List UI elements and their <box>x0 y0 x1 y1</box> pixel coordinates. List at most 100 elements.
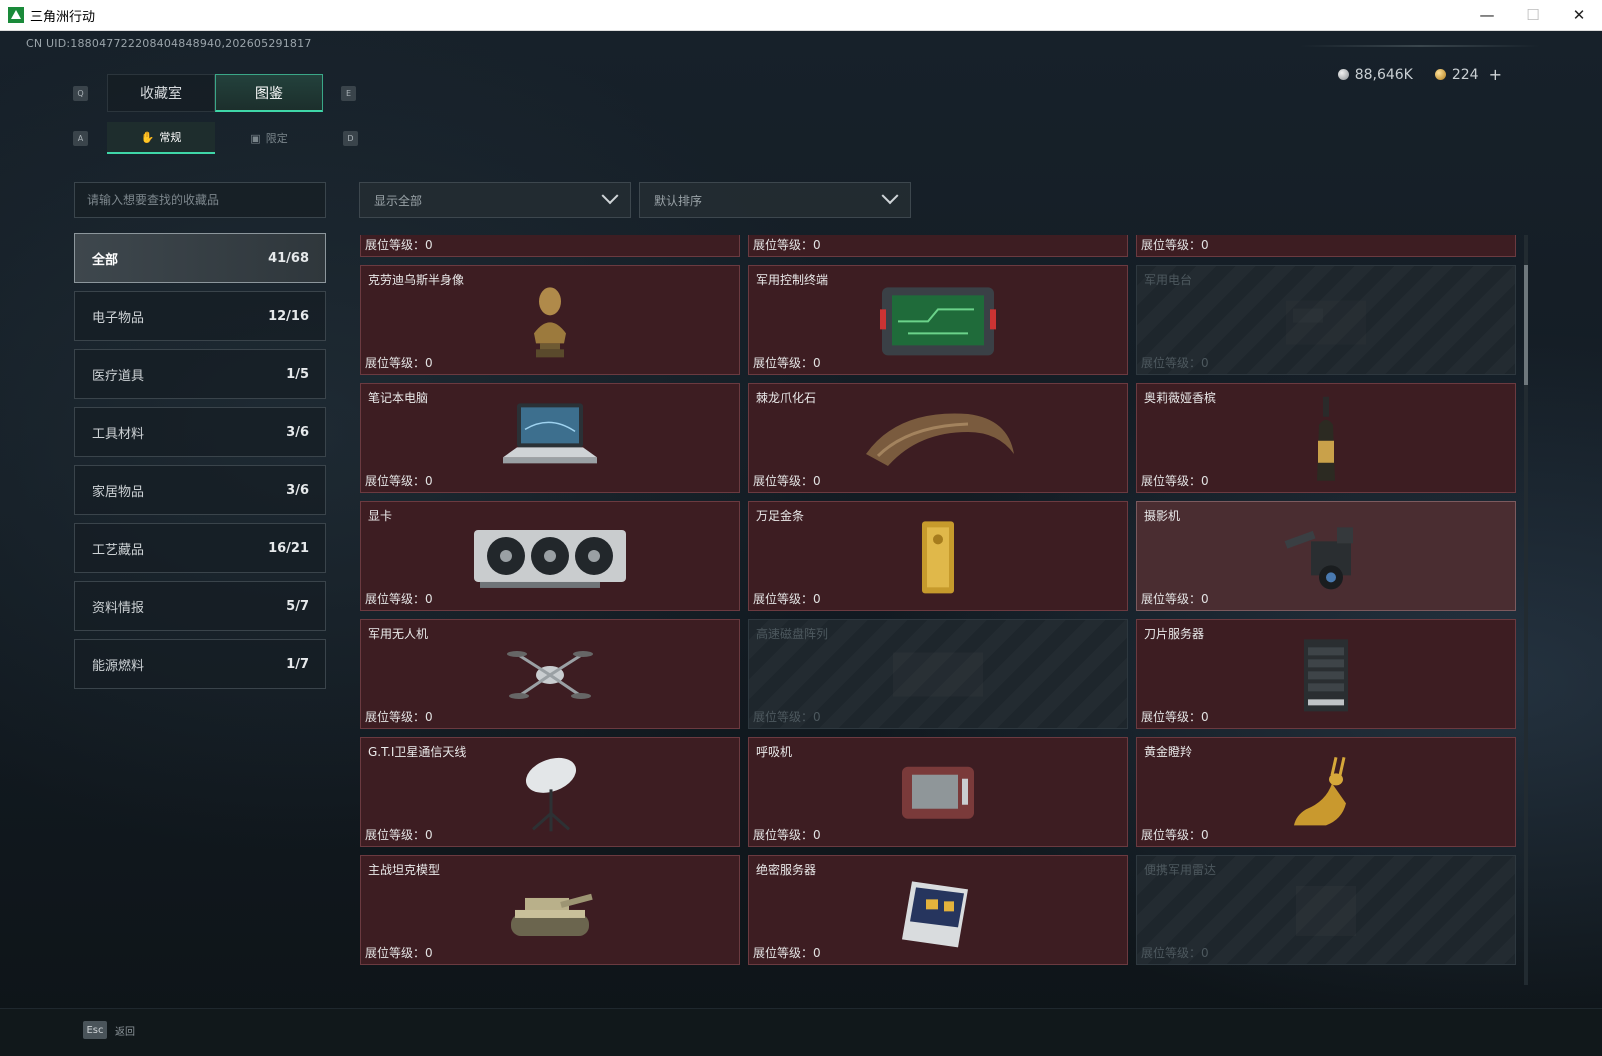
collection-card[interactable]: 展位等级：0 <box>360 235 740 257</box>
tab-limited[interactable]: ▣ 限定 <box>215 122 323 154</box>
category-all[interactable]: 全部 41/68 <box>74 233 326 283</box>
card-item-name: 摄影机 <box>1144 509 1181 523</box>
card-level: 展位等级：0 <box>1141 708 1209 725</box>
window-title: 三角洲行动 <box>30 9 96 25</box>
card-item-name: 棘龙爪化石 <box>756 391 817 405</box>
card-level: 展位等级：0 <box>1141 354 1209 371</box>
card-level-value: 0 <box>1201 710 1209 724</box>
key-hint-d: D <box>343 131 358 146</box>
collection-card[interactable]: 笔记本电脑 展位等级：0 <box>360 383 740 493</box>
card-item-name: 克劳迪乌斯半身像 <box>368 273 465 287</box>
card-level-value: 0 <box>425 592 433 606</box>
tab-regular[interactable]: ✋ 常规 <box>107 122 215 154</box>
maximize-button[interactable]: ☐ <box>1510 0 1556 31</box>
category-label: 全部 <box>92 252 119 268</box>
collection-card[interactable]: 展位等级：0 <box>748 235 1128 257</box>
drone-icon <box>505 640 595 714</box>
card-item-name: 主战坦克模型 <box>368 863 441 877</box>
grid-scroll-thumb[interactable] <box>1524 265 1528 385</box>
collection-card[interactable]: 便携军用雷达 展位等级：0 <box>1136 855 1516 965</box>
card-item-name: 绝密服务器 <box>756 863 817 877</box>
collection-card[interactable]: G.T.I卫星通信天线 展位等级：0 <box>360 737 740 847</box>
card-level-label: 展位等级： <box>1141 474 1202 488</box>
collection-card[interactable]: 展位等级：0 <box>1136 235 1516 257</box>
category-intel[interactable]: 资料情报 5/7 <box>74 581 326 631</box>
card-level: 展位等级：0 <box>1141 472 1209 489</box>
key-hint-q: Q <box>73 86 88 101</box>
collection-card[interactable]: 黄金瞪羚 展位等级：0 <box>1136 737 1516 847</box>
card-level-value: 0 <box>425 356 433 370</box>
card-level-label: 展位等级： <box>365 710 426 724</box>
collection-card[interactable]: 高速磁盘阵列 展位等级：0 <box>748 619 1128 729</box>
collection-card[interactable]: 显卡 展位等级：0 <box>360 501 740 611</box>
category-electronics[interactable]: 电子物品 12/16 <box>74 291 326 341</box>
tab-regular-label: 常规 <box>159 131 182 144</box>
card-level-label: 展位等级： <box>365 946 426 960</box>
card-item-name: 军用控制终端 <box>756 273 829 287</box>
category-energy[interactable]: 能源燃料 1/7 <box>74 639 326 689</box>
category-medical[interactable]: 医疗道具 1/5 <box>74 349 326 399</box>
category-count: 1/7 <box>286 656 309 672</box>
collection-card[interactable]: 奥莉薇娅香槟 展位等级：0 <box>1136 383 1516 493</box>
category-label: 工艺藏品 <box>92 542 145 558</box>
collection-card[interactable]: 呼吸机 展位等级：0 <box>748 737 1128 847</box>
collection-card[interactable]: 棘龙爪化石 展位等级：0 <box>748 383 1128 493</box>
tab-collection-room[interactable]: 收藏室 <box>107 74 215 112</box>
tab-catalog[interactable]: 图鉴 <box>215 74 323 112</box>
collection-card[interactable]: 万足金条 展位等级：0 <box>748 501 1128 611</box>
sort-dropdown[interactable]: 默认排序 <box>639 182 911 218</box>
card-level-value: 0 <box>813 828 821 842</box>
card-level-value: 0 <box>813 356 821 370</box>
category-label: 资料情报 <box>92 600 145 616</box>
card-level-label: 展位等级： <box>1141 238 1202 252</box>
filter-dropdown[interactable]: 显示全部 <box>359 182 631 218</box>
collection-card[interactable]: 刀片服务器 展位等级：0 <box>1136 619 1516 729</box>
category-tools[interactable]: 工具材料 3/6 <box>74 407 326 457</box>
header-decoration <box>1300 45 1540 47</box>
search-input[interactable] <box>74 182 326 218</box>
chevron-down-icon <box>881 187 899 205</box>
card-level: 展位等级：0 <box>753 236 821 253</box>
category-crafts[interactable]: 工艺藏品 16/21 <box>74 523 326 573</box>
collection-card[interactable]: 克劳迪乌斯半身像 展位等级：0 <box>360 265 740 375</box>
collection-card[interactable]: 军用控制终端 展位等级：0 <box>748 265 1128 375</box>
card-level-label: 展位等级： <box>365 592 426 606</box>
collection-card[interactable]: 绝密服务器 展位等级：0 <box>748 855 1128 965</box>
card-level-value: 0 <box>1201 356 1209 370</box>
card-item-name: 军用无人机 <box>368 627 429 641</box>
gold-currency: 224 + <box>1434 65 1502 84</box>
category-count: 1/5 <box>286 366 309 382</box>
collection-card[interactable]: 主战坦克模型 展位等级：0 <box>360 855 740 965</box>
category-count: 3/6 <box>286 482 309 498</box>
radar-icon <box>1286 876 1366 950</box>
collection-card[interactable]: 军用无人机 展位等级：0 <box>360 619 740 729</box>
card-level-value: 0 <box>813 238 821 252</box>
card-level-label: 展位等级： <box>365 828 426 842</box>
back-button[interactable]: Esc 返回 <box>83 1021 135 1039</box>
gold-bar-icon <box>918 517 958 601</box>
minimize-button[interactable]: — <box>1464 0 1510 31</box>
sub-tabs: ✋ 常规 ▣ 限定 <box>107 122 323 154</box>
uid-text: CN UID:18804772220840484894​0,2026052918… <box>26 37 312 50</box>
collection-card[interactable]: 摄影机 展位等级：0 <box>1136 501 1516 611</box>
card-level-value: 0 <box>1201 474 1209 488</box>
category-label: 家居物品 <box>92 484 145 500</box>
card-level-value: 0 <box>813 592 821 606</box>
grid-scrollbar[interactable] <box>1524 235 1528 985</box>
card-level-value: 0 <box>813 710 821 724</box>
collection-grid: 展位等级：0 展位等级：0 展位等级：0 克劳迪乌斯半身像 展位等级：0 军用控制终端 展位… <box>360 235 1516 965</box>
silver-coin-icon <box>1337 69 1349 80</box>
card-level-label: 展位等级： <box>1141 946 1202 960</box>
card-level-label: 展位等级： <box>365 356 426 370</box>
tank-icon <box>505 876 595 950</box>
gold-amount: 224 <box>1451 66 1479 83</box>
card-level: 展位等级：0 <box>1141 826 1209 843</box>
card-item-name: 笔记本电脑 <box>368 391 429 405</box>
close-button[interactable]: ✕ <box>1556 0 1602 31</box>
add-currency-button[interactable]: + <box>1489 65 1502 84</box>
app-logo-icon <box>8 7 24 23</box>
window-controls: — ☐ ✕ <box>1464 0 1602 31</box>
collection-card[interactable]: 军用电台 展位等级：0 <box>1136 265 1516 375</box>
card-level-label: 展位等级： <box>1141 356 1202 370</box>
category-household[interactable]: 家居物品 3/6 <box>74 465 326 515</box>
